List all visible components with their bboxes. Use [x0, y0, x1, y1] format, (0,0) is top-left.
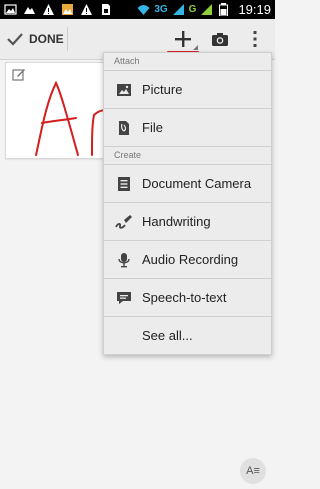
network-type-label-2: G — [188, 4, 197, 15]
notification-icons — [4, 2, 112, 17]
status-bar: 3G G 19:19 — [0, 0, 275, 19]
status-icons: 3G G 19:19 — [137, 1, 271, 18]
menu-item-label: Document Camera — [142, 176, 252, 191]
signal-icon-2 — [201, 4, 213, 15]
menu-item-document-camera[interactable]: Document Camera — [104, 165, 271, 203]
wifi-icon — [137, 5, 150, 15]
microphone-icon — [115, 251, 133, 269]
handwriting-strokes — [35, 80, 116, 156]
divider — [67, 27, 68, 51]
overflow-menu-icon — [253, 31, 257, 47]
document-icon — [115, 175, 133, 193]
menu-item-speech-to-text[interactable]: Speech-to-text — [104, 279, 271, 317]
camera-icon — [212, 32, 228, 46]
menu-item-label: Picture — [142, 82, 183, 97]
photo-icon — [62, 4, 73, 15]
done-button[interactable]: DONE — [6, 28, 64, 50]
mountain-icon — [24, 7, 35, 14]
menu-item-label: Handwriting — [142, 214, 211, 229]
done-label: DONE — [29, 32, 64, 46]
text-format-button[interactable]: A≡ — [240, 458, 266, 484]
gallery-icon — [4, 4, 17, 15]
clock: 19:19 — [238, 2, 271, 17]
menu-item-label: File — [142, 120, 163, 135]
warning-icon — [81, 4, 92, 15]
menu-section-create: Create — [104, 147, 271, 165]
plus-icon — [175, 31, 191, 47]
battery-icon — [219, 3, 229, 16]
dropdown-corner-icon — [193, 45, 198, 50]
menu-item-see-all[interactable]: See all... — [104, 317, 271, 354]
picture-icon — [115, 81, 133, 99]
create-header: Create — [114, 150, 142, 160]
menu-item-file[interactable]: File — [104, 109, 271, 147]
menu-section-attach: Attach — [104, 53, 271, 71]
add-menu-dropdown: Attach Picture File Create Document Came… — [103, 52, 272, 355]
menu-item-picture[interactable]: Picture — [104, 71, 271, 109]
file-icon — [115, 119, 133, 137]
text-format-icon: A≡ — [246, 465, 260, 477]
overflow-menu-button[interactable] — [245, 27, 265, 51]
menu-item-label: See all... — [142, 328, 193, 343]
add-button[interactable] — [170, 27, 198, 51]
menu-item-handwriting[interactable]: Handwriting — [104, 203, 271, 241]
attach-header: Attach — [114, 56, 140, 66]
menu-item-label: Audio Recording — [142, 252, 239, 267]
handwriting-note-card[interactable] — [5, 62, 117, 159]
camera-button[interactable] — [207, 27, 233, 51]
menu-item-audio-recording[interactable]: Audio Recording — [104, 241, 271, 279]
menu-item-label: Speech-to-text — [142, 290, 227, 305]
speech-bubble-icon — [115, 289, 133, 307]
signal-icon — [172, 4, 184, 15]
network-type-label: 3G — [154, 4, 168, 15]
checkmark-icon — [7, 33, 23, 46]
warning-icon — [43, 4, 54, 15]
sim-card-icon — [102, 4, 110, 15]
handwriting-icon — [115, 213, 133, 231]
